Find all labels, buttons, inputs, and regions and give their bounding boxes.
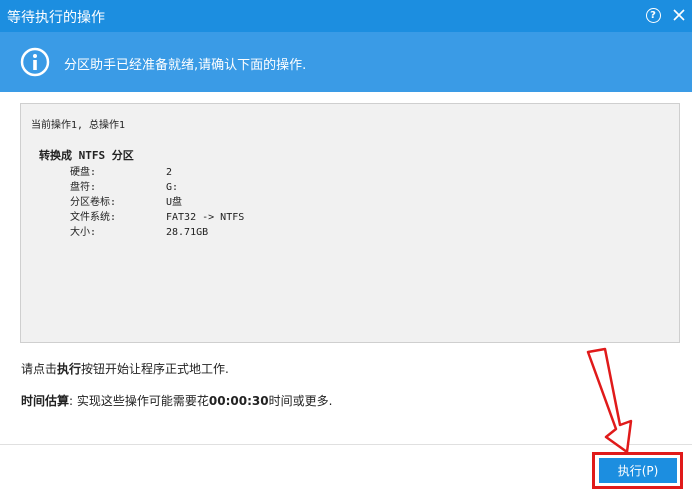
property-value: FAT32 -> NTFS <box>166 212 245 223</box>
property-key: 盘符: <box>70 182 97 193</box>
banner-message: 分区助手已经准备就绪,请确认下面的操作. <box>64 58 307 73</box>
close-icon <box>673 9 685 21</box>
property-key: 硬盘: <box>70 167 97 178</box>
instruction-suffix: 按钮开始让程序正式地工作. <box>81 362 229 376</box>
info-banner: 分区助手已经准备就绪,请确认下面的操作. <box>0 32 692 92</box>
instruction-prefix: 请点击 <box>21 362 58 376</box>
help-button[interactable]: ? <box>644 6 662 24</box>
property-row: 盘符: G: <box>70 178 244 193</box>
property-key: 大小: <box>70 227 97 238</box>
property-value: 2 <box>166 167 173 178</box>
current-operation-label: 当前操作1, 总操作1 <box>31 120 126 131</box>
property-value: U盘 <box>166 197 183 208</box>
window-title: 等待执行的操作 <box>7 10 105 26</box>
info-icon <box>20 47 50 77</box>
question-icon: ? <box>645 7 661 23</box>
footer-divider <box>0 444 692 445</box>
property-row: 大小: 28.71GB <box>70 223 244 238</box>
property-row: 文件系统: FAT32 -> NTFS <box>70 208 244 223</box>
property-value: G: <box>166 182 179 193</box>
property-row: 硬盘: 2 <box>70 163 244 178</box>
property-row: 分区卷标: U盘 <box>70 193 244 208</box>
property-value: 28.71GB <box>166 227 209 238</box>
operation-details-panel: 当前操作1, 总操作1 转换成 NTFS 分区 硬盘: 2 盘符: G: 分区卷标:… <box>20 103 680 343</box>
close-button[interactable] <box>670 6 688 24</box>
execute-button[interactable]: 执行(P) <box>599 458 677 483</box>
time-estimate: 时间估算: 实现这些操作可能需要花00:00:30时间或更多. <box>21 392 332 409</box>
estimate-text-after: 时间或更多. <box>268 394 333 408</box>
estimate-label: 时间估算 <box>21 394 70 408</box>
estimate-text-before: : 实现这些操作可能需要花 <box>69 394 209 408</box>
arrow-shape <box>586 347 633 454</box>
title-bar: 等待执行的操作 ? <box>0 0 692 32</box>
properties-table: 硬盘: 2 盘符: G: 分区卷标: U盘 文件系统: FAT32 -> NTFS 大小… <box>70 163 244 238</box>
estimate-time: 00:00:30 <box>208 394 269 408</box>
property-key: 分区卷标: <box>70 197 117 208</box>
instruction-text: 请点击执行按钮开始让程序正式地工作. <box>21 360 229 377</box>
property-key: 文件系统: <box>70 212 117 223</box>
instruction-button-ref: 执行 <box>57 362 82 376</box>
operation-title: 转换成 NTFS 分区 <box>39 149 134 162</box>
